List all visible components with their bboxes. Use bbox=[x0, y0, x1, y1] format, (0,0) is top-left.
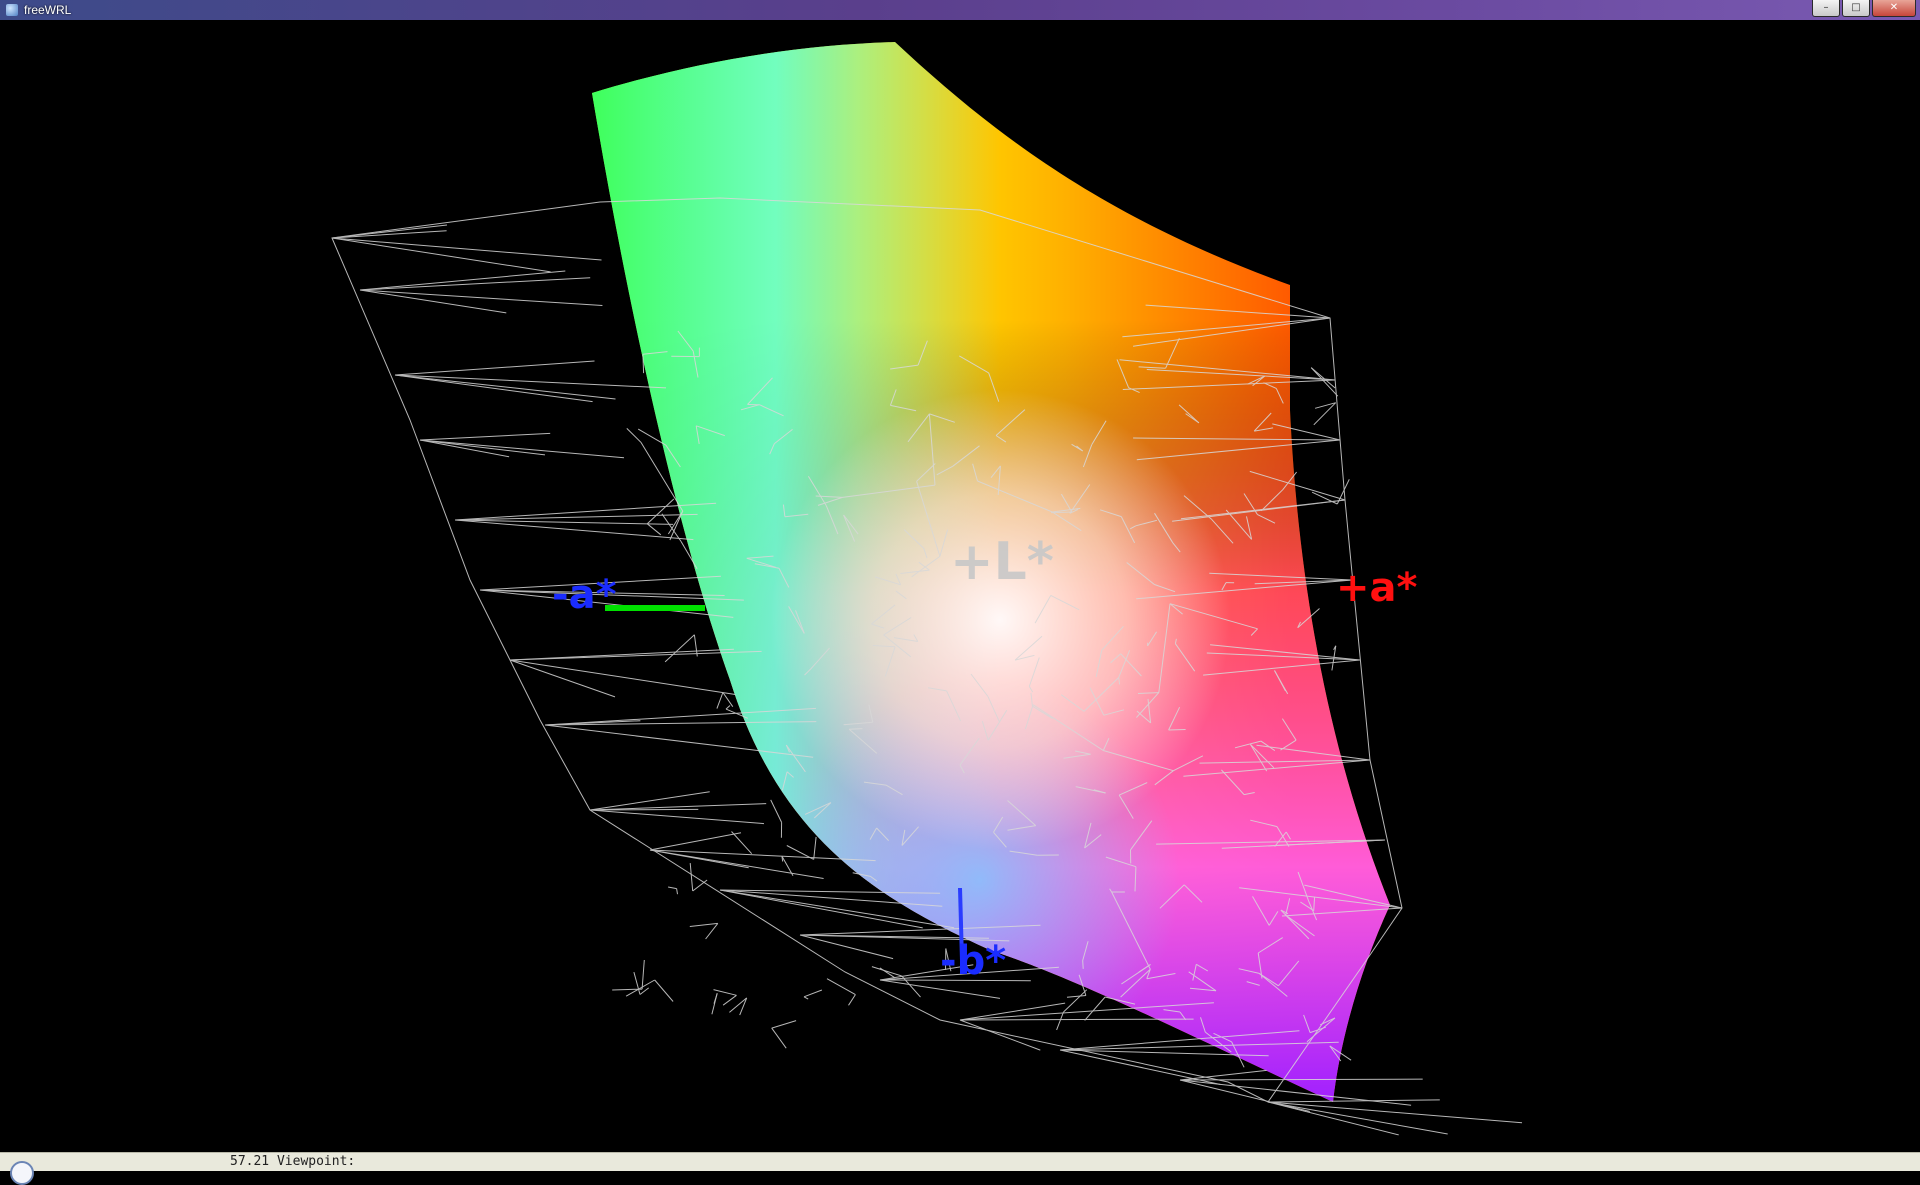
window-controls: – □ ✕ bbox=[1812, 0, 1916, 17]
wireframe-edge bbox=[902, 976, 921, 997]
wireframe-edge bbox=[723, 995, 736, 1005]
wireframe-edge bbox=[360, 290, 506, 313]
wireframe-edge bbox=[814, 837, 816, 860]
wireframe-edge bbox=[1085, 997, 1105, 1020]
wireframe-edge bbox=[647, 499, 674, 524]
wireframe-edge bbox=[1169, 730, 1186, 731]
wireframe-edge bbox=[690, 923, 718, 926]
wireframe-edge bbox=[1064, 990, 1087, 1012]
label-minus-a: -a* bbox=[552, 572, 617, 618]
wireframe-edge bbox=[510, 649, 734, 660]
wireframe-edge bbox=[590, 792, 710, 810]
wireframe-edge bbox=[712, 993, 717, 1014]
wireframe-edge bbox=[771, 800, 782, 823]
wireframe-edge bbox=[1180, 1070, 1267, 1080]
wireframe-edge bbox=[647, 524, 661, 535]
wireframe-edge bbox=[1311, 368, 1338, 397]
wireframe-edge bbox=[960, 1003, 1065, 1020]
wireframe-edge bbox=[643, 354, 644, 373]
freewrl-app-icon bbox=[6, 4, 18, 16]
wireframe-edge bbox=[693, 880, 707, 891]
window-title: freeWRL bbox=[24, 3, 71, 17]
wireframe-edge bbox=[1268, 1102, 1522, 1123]
wireframe-edge bbox=[706, 923, 718, 939]
status-text: 57.21 Viewpoint: bbox=[230, 1154, 355, 1169]
wireframe-edge bbox=[642, 960, 644, 989]
wireframe-edge bbox=[804, 990, 822, 997]
wireframe-edge bbox=[1060, 1050, 1221, 1085]
wireframe-edge bbox=[804, 997, 808, 999]
wireframe-edge bbox=[332, 238, 602, 260]
wireframe-edge bbox=[723, 693, 733, 707]
wireframe-edge bbox=[420, 440, 624, 458]
wireframe-edge bbox=[677, 889, 678, 895]
wireframe-edge bbox=[1268, 1100, 1440, 1102]
wireframe-edge bbox=[627, 428, 641, 442]
status-bar: 57.21 Viewpoint: bbox=[0, 1152, 1920, 1171]
wireframe-edge bbox=[420, 440, 509, 457]
wireframe-edge bbox=[650, 833, 741, 850]
wireframe-edge bbox=[1083, 961, 1084, 969]
wireframe-edge bbox=[1268, 1102, 1448, 1134]
wireframe-edge bbox=[590, 810, 764, 824]
3d-viewport[interactable]: +L* +a* -a* -b* bbox=[0, 20, 1920, 1152]
wireframe-edge bbox=[717, 693, 723, 709]
wireframe-edge bbox=[420, 440, 545, 455]
close-button[interactable]: ✕ bbox=[1872, 0, 1916, 17]
wireframe-edge bbox=[800, 935, 893, 959]
wireframe-edge bbox=[1057, 1012, 1064, 1030]
wireframe-edge bbox=[655, 980, 673, 1002]
wireframe-edge bbox=[726, 706, 730, 710]
wireframe-edge bbox=[849, 729, 862, 730]
title-bar: freeWRL – □ ✕ bbox=[0, 0, 1920, 20]
wireframe-edge bbox=[827, 979, 855, 995]
status-icon bbox=[10, 1161, 34, 1185]
wireframe-edge bbox=[332, 238, 551, 272]
wireframe-edge bbox=[772, 1028, 787, 1048]
wireframe-edge bbox=[1067, 996, 1086, 998]
wireframe-edge bbox=[960, 1020, 1040, 1050]
maximize-button[interactable]: □ bbox=[1842, 0, 1870, 17]
wireframe-edge bbox=[510, 660, 735, 695]
wireframe-edge bbox=[395, 375, 666, 388]
wireframe-edge bbox=[872, 967, 902, 976]
wireframe-edge bbox=[668, 887, 677, 889]
wireframe-edge bbox=[732, 832, 752, 854]
minimize-button[interactable]: – bbox=[1812, 0, 1840, 17]
wireframe-edge bbox=[420, 433, 550, 440]
wireframe-edge bbox=[395, 375, 616, 399]
wireframe-edge bbox=[395, 375, 593, 402]
wireframe-edge bbox=[665, 635, 694, 662]
wireframe-edge bbox=[772, 1021, 796, 1029]
wireframe-edge bbox=[395, 361, 595, 375]
wireframe-edge bbox=[455, 520, 693, 540]
label-minus-b: -b* bbox=[940, 938, 1006, 984]
label-plus-a: +a* bbox=[1336, 565, 1417, 611]
wireframe-edge bbox=[360, 290, 602, 306]
wireframe-edge bbox=[690, 863, 693, 891]
label-plus-L: +L* bbox=[950, 532, 1054, 592]
wireframe-edge bbox=[849, 995, 856, 1006]
wireframe-edge bbox=[1180, 1080, 1310, 1112]
